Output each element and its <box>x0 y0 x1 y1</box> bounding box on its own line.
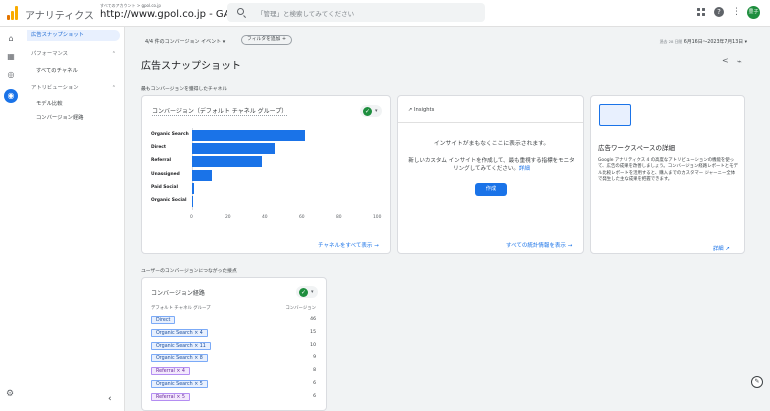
feedback-icon[interactable]: ✎ <box>751 376 763 388</box>
explore-icon[interactable]: ◎ <box>6 70 16 80</box>
collapse-nav-icon[interactable]: ‹ <box>108 394 112 404</box>
brand-name[interactable]: アナリティクス <box>25 7 94 22</box>
top-header: アナリティクス すべてのアカウント > gpol.co.jp http://ww… <box>0 0 770 27</box>
x-tick-label: 0 <box>190 215 193 220</box>
avatar[interactable]: 豊子 <box>747 6 760 19</box>
insights-description: 新しいカスタム インサイトを作成して、最も重視する指標をモニタリングしてみてくだ… <box>408 158 575 172</box>
check-circle-icon: ✓ <box>363 107 372 116</box>
sidebar-item-model-comparison[interactable]: モデル比較 <box>36 99 63 107</box>
channel-conversions-card: コンバージョン（デフォルト チャネル グループ） ✓ ▾ Organic Sea… <box>141 95 391 254</box>
column-header-conversions: コンバージョン <box>285 306 316 311</box>
bar-label: Paid Social <box>151 184 178 190</box>
bar-label: Unassigned <box>151 171 180 177</box>
path-chip[interactable]: Referral × 4 <box>151 367 190 376</box>
x-tick-label: 80 <box>336 215 342 220</box>
share-icon[interactable]: < <box>722 56 729 65</box>
date-range-picker[interactable]: 過去 28 日間 6月16日～2023年7月13日 ▾ <box>660 38 747 45</box>
bar-label: Direct <box>151 145 166 151</box>
path-chip[interactable]: Organic Search × 11 <box>151 341 211 350</box>
apps-grid-icon[interactable] <box>697 8 705 16</box>
sidebar-item-all-channels[interactable]: すべてのチャネル <box>36 66 78 74</box>
property-name: http://www.gpol.co.jp - GA4 <box>100 9 237 20</box>
workspace-title: 広告ワークスペースの詳細 <box>598 144 676 152</box>
search-icon <box>237 8 244 15</box>
search-box[interactable]: 「管理」と検索してみてください <box>227 3 485 22</box>
see-all-channels-link[interactable]: チャネルをすべて表示 → <box>318 241 379 249</box>
card-title: コンバージョン経路 <box>151 290 205 297</box>
property-selector[interactable]: http://www.gpol.co.jp - GA4 ▾ <box>100 9 243 20</box>
home-icon[interactable]: ⌂ <box>6 34 16 44</box>
insights-details-link[interactable]: 詳細 <box>519 166 530 172</box>
path-conversions-value: 9 <box>313 355 316 361</box>
path-conversions-value: 15 <box>310 329 316 335</box>
insights-message: インサイトがまもなくここに表示されます。 <box>433 141 550 147</box>
bar[interactable] <box>192 169 213 181</box>
workspace-details-card: 広告ワークスペースの詳細 Google アナリティクス 4 の高度なアトリビュー… <box>590 95 745 254</box>
chevron-up-icon: ⌃ <box>111 85 116 91</box>
path-conversions-value: 6 <box>313 381 316 386</box>
path-chip[interactable]: Organic Search × 4 <box>151 328 208 337</box>
x-tick-label: 40 <box>262 215 268 220</box>
chevron-down-icon: ▾ <box>375 108 378 114</box>
insights-icon: ↗ <box>408 107 413 113</box>
bar-label: Organic Search <box>151 132 189 137</box>
x-tick-label: 100 <box>373 215 382 220</box>
insights-trend-icon[interactable]: ⌁ <box>737 57 742 66</box>
section-label-channels: 最もコンバージョンを獲得したチャネル <box>141 87 228 92</box>
path-chip[interactable]: Organic Search × 5 <box>151 380 208 388</box>
main-content: 4/4 件のコンバージョン イベント ▾ フィルタを追加 + 過去 28 日間 … <box>126 27 770 411</box>
workspace-description: Google アナリティクス 4 の高度なアトリビューションの機能を使って、広告… <box>598 158 738 182</box>
page-title: 広告スナップショット <box>141 61 241 72</box>
workspace-illustration-icon <box>599 104 631 126</box>
path-chip[interactable]: Organic Search × 8 <box>151 354 208 363</box>
bar[interactable] <box>192 130 305 141</box>
insights-header: ↗ Insights <box>408 107 435 113</box>
conversion-events-selector[interactable]: 4/4 件のコンバージョン イベント ▾ <box>145 38 225 45</box>
sidebar-section-performance[interactable]: パフォーマンス ⌃ <box>27 49 116 59</box>
insights-card: ↗ Insights インサイトがまもなくここに表示されます。 新しいカスタム … <box>397 95 584 254</box>
left-rail: ⌂ ▦ ◎ ◉ ⚙ <box>0 27 23 411</box>
bar[interactable] <box>192 182 194 194</box>
check-circle-icon: ✓ <box>299 288 308 297</box>
sidebar-nav: 広告スナップショット パフォーマンス ⌃ すべてのチャネル アトリビューション ⌃ … <box>23 27 125 411</box>
gear-icon[interactable]: ⚙ <box>6 389 14 399</box>
section-label-touchpoints: ユーザーのコンバージョンにつながった接点 <box>141 269 237 274</box>
workspace-details-link[interactable]: 詳細 ↗ <box>713 244 730 252</box>
bar-label: Organic Social <box>151 198 187 203</box>
help-icon[interactable]: ? <box>714 7 724 17</box>
sidebar-section-attribution[interactable]: アトリビューション ⌃ <box>27 83 116 93</box>
bar[interactable] <box>192 196 193 207</box>
bar[interactable] <box>192 156 263 168</box>
column-header-channel: デフォルト チャネル グループ <box>151 306 211 311</box>
bar-label: Referral <box>151 158 172 164</box>
search-input[interactable]: 「管理」と検索してみてください <box>257 8 354 18</box>
x-tick-label: 20 <box>225 215 231 220</box>
chevron-down-icon: ▾ <box>311 289 314 295</box>
x-tick-label: 60 <box>299 215 305 220</box>
create-insight-button[interactable]: 作成 <box>475 183 507 196</box>
filter-bar: 4/4 件のコンバージョン イベント ▾ フィルタを追加 + 過去 28 日間 … <box>126 35 770 47</box>
reports-icon[interactable]: ▦ <box>6 52 16 62</box>
add-filter-button[interactable]: フィルタを追加 + <box>241 35 293 45</box>
card-title[interactable]: コンバージョン（デフォルト チャネル グループ） <box>152 106 288 116</box>
more-vert-icon[interactable]: ⋮ <box>732 7 741 17</box>
see-all-insights-link[interactable]: すべての統計情報を表示 → <box>506 241 572 249</box>
path-conversions-value: 10 <box>310 342 316 348</box>
path-conversions-value: 6 <box>313 393 316 399</box>
path-conversions-value: 8 <box>313 368 316 374</box>
sidebar-item-conversion-paths[interactable]: コンバージョン経路 <box>36 113 84 121</box>
divider <box>398 122 583 123</box>
path-conversions-value: 46 <box>310 317 316 322</box>
path-chip[interactable]: Direct <box>151 316 176 324</box>
path-chip[interactable]: Referral × 5 <box>151 392 190 401</box>
bar[interactable] <box>192 143 276 155</box>
chevron-up-icon: ⌃ <box>111 51 116 57</box>
advertising-icon[interactable]: ◉ <box>4 89 18 103</box>
conversion-paths-card: コンバージョン経路 ✓ ▾ デフォルト チャネル グループ コンバージョン Di… <box>141 277 327 411</box>
analytics-logo-icon <box>7 6 19 20</box>
sidebar-item-ad-snapshot[interactable]: 広告スナップショット <box>27 30 120 41</box>
